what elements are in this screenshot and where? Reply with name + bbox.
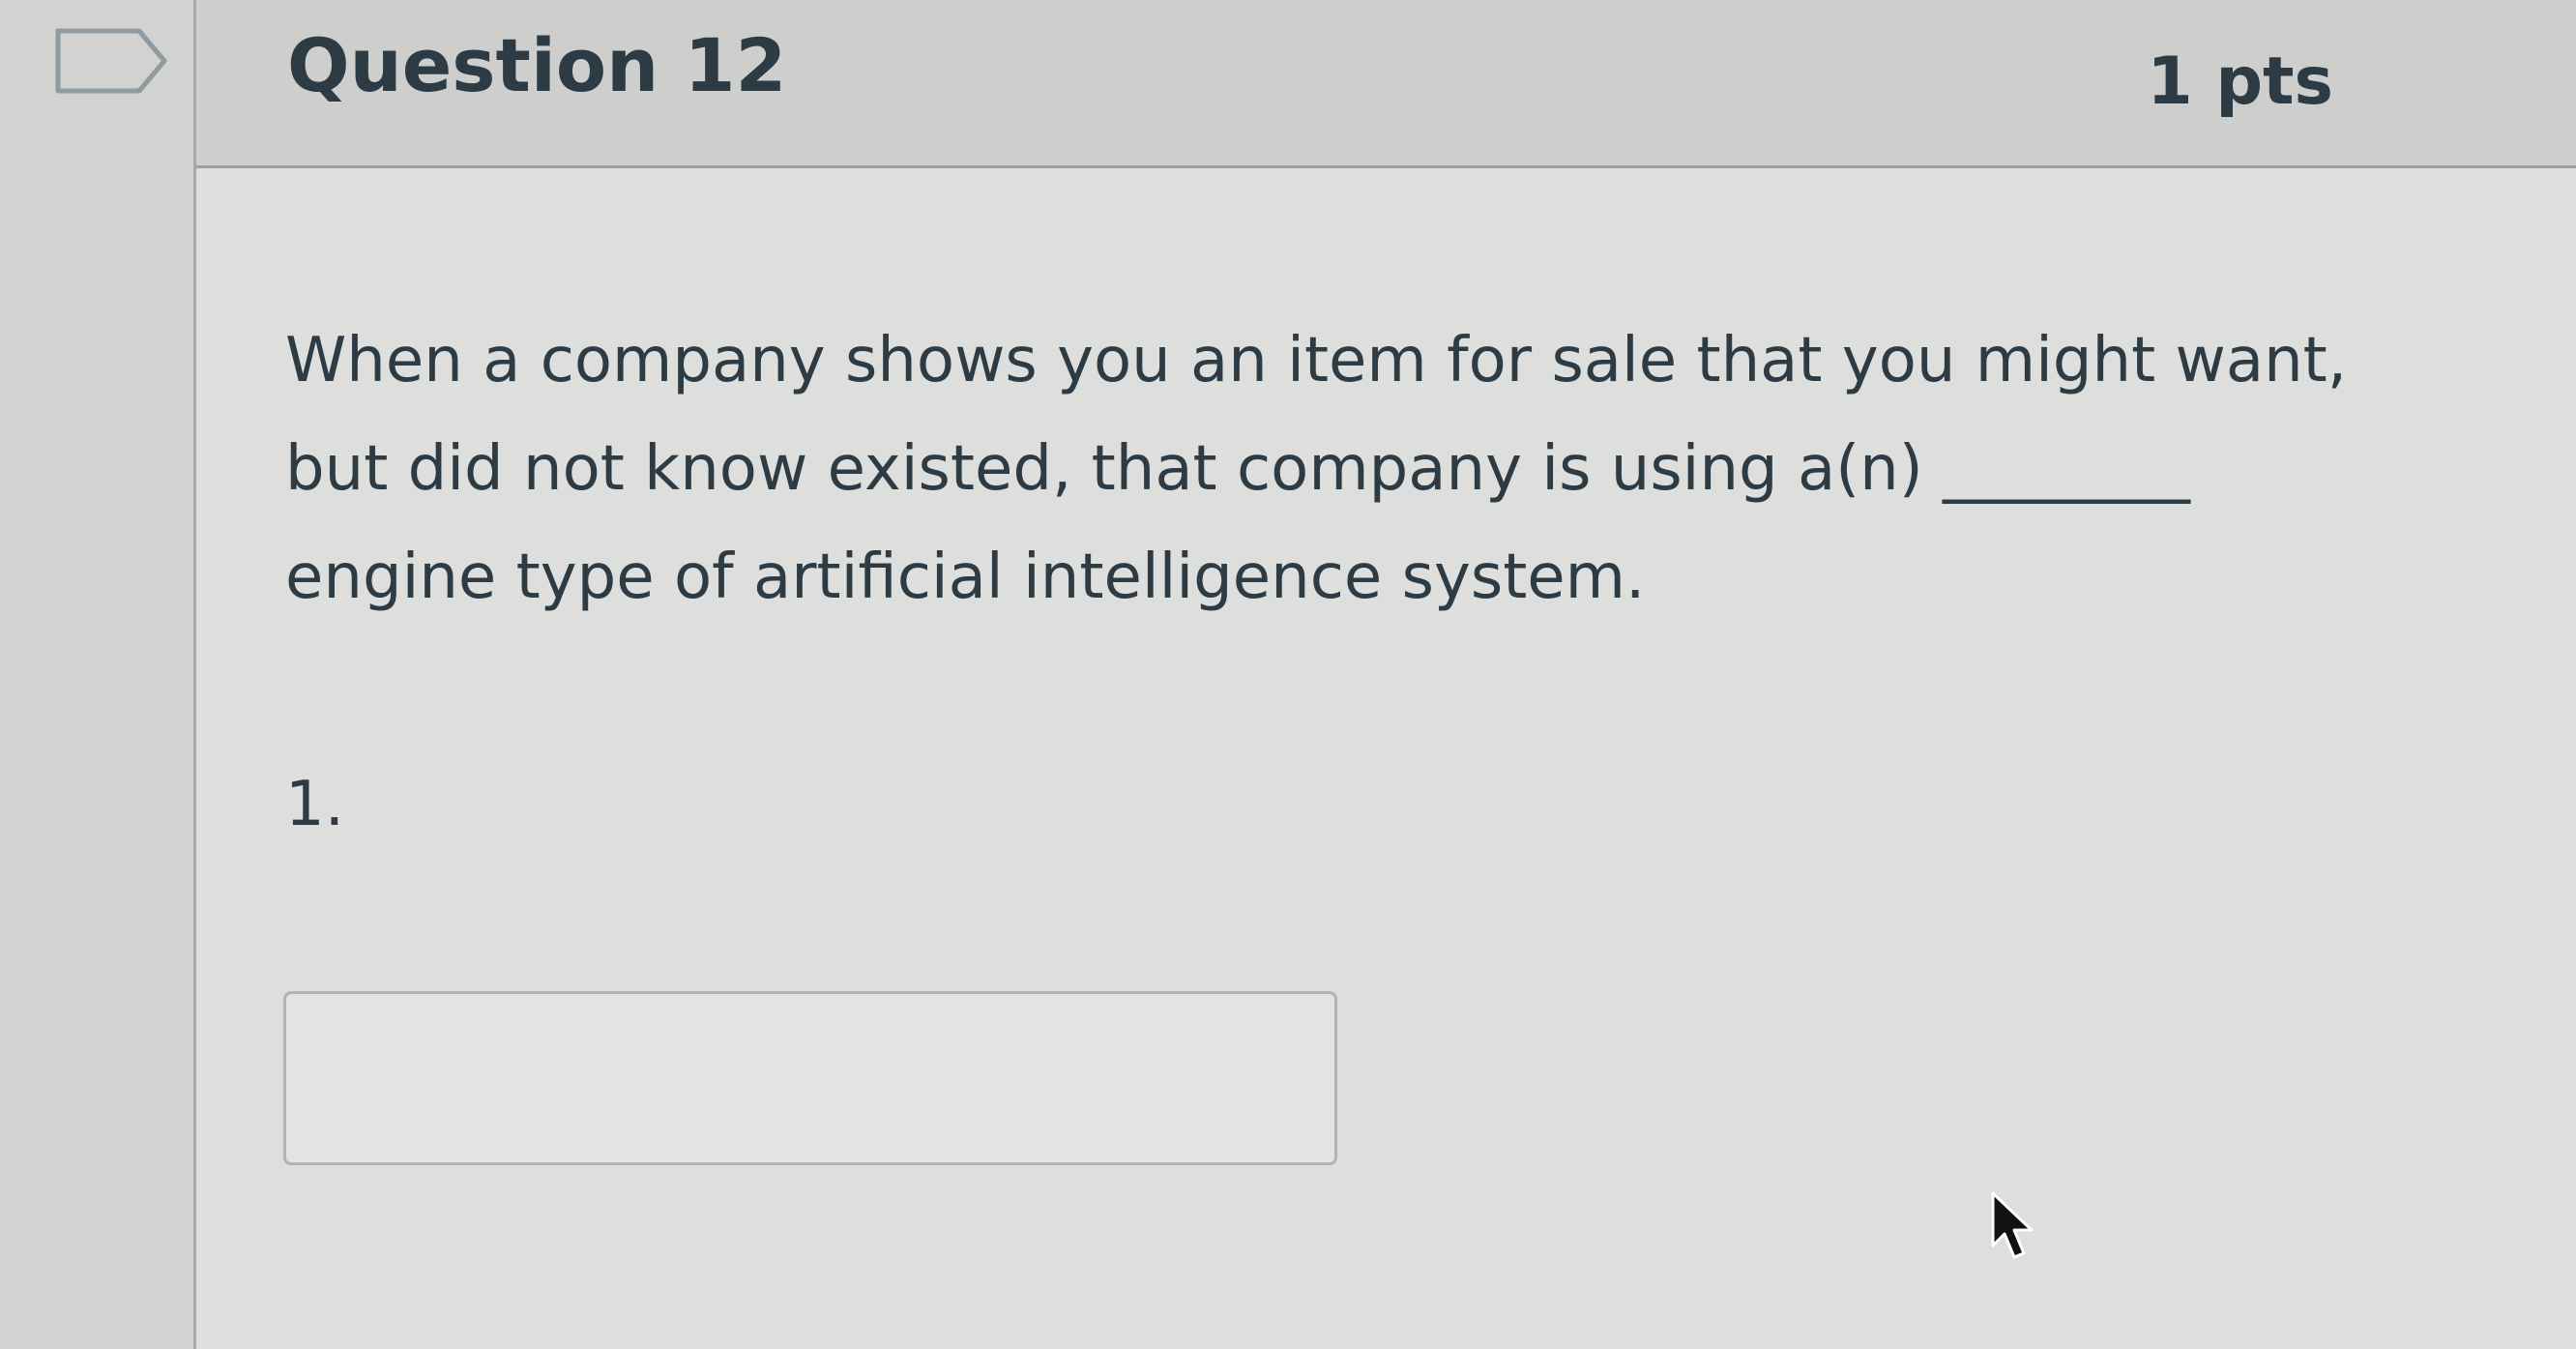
blank-number-label: 1. (285, 769, 345, 840)
question-text-line: but did not know existed, that company i… (285, 433, 2191, 505)
question-text: When a company shows you an item for sal… (285, 307, 2490, 631)
question-header: Question 12 1 pts (196, 0, 2576, 168)
question-text-line: When a company shows you an item for sal… (285, 325, 2348, 396)
mouse-pointer-icon (1991, 1191, 2034, 1259)
question-text-line: engine type of artificial intelligence s… (285, 542, 1646, 613)
flag-question-icon[interactable] (54, 27, 170, 95)
question-title: Question 12 (287, 22, 787, 108)
question-card: Question 12 1 pts When a company shows y… (193, 0, 2576, 1349)
answer-input[interactable] (283, 991, 1337, 1165)
question-points: 1 pts (2147, 44, 2333, 120)
